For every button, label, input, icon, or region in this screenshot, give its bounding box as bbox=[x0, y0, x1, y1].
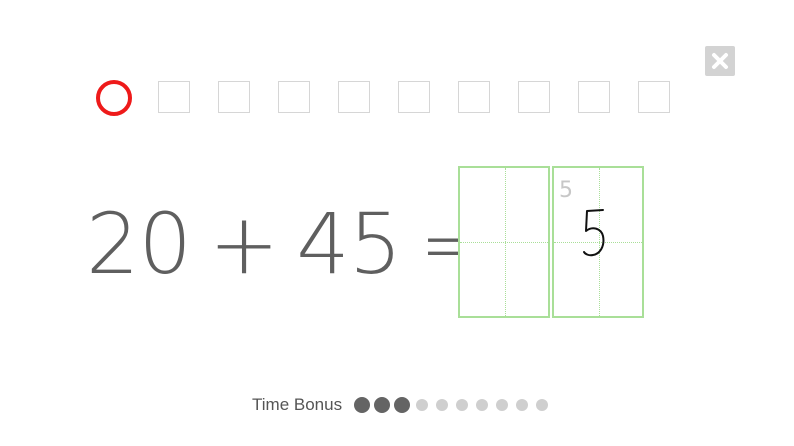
time-bonus-dot-filled bbox=[394, 397, 411, 413]
time-bonus-dot-empty bbox=[516, 399, 529, 411]
quiz-screen: 20 +45 = 5 Time Bonus bbox=[0, 0, 794, 446]
time-bonus-dot-empty bbox=[416, 399, 429, 411]
operand-a: 20 bbox=[86, 195, 192, 293]
progress-slot bbox=[578, 81, 610, 113]
progress-slot bbox=[518, 81, 550, 113]
time-bonus-dot-filled bbox=[354, 397, 371, 413]
equation: 20 +45 = bbox=[86, 196, 507, 292]
progress-slot bbox=[158, 81, 190, 113]
guide-line-horizontal bbox=[460, 242, 548, 243]
question-progress bbox=[96, 80, 696, 116]
time-bonus-dot-empty bbox=[456, 399, 469, 411]
answer-box-tens[interactable] bbox=[458, 166, 550, 318]
progress-slot bbox=[218, 81, 250, 113]
handwritten-digit bbox=[583, 209, 605, 257]
answer-box-ones[interactable]: 5 bbox=[552, 166, 644, 318]
time-bonus-dot-filled bbox=[374, 397, 391, 413]
time-bonus: Time Bonus bbox=[252, 394, 552, 416]
time-bonus-label: Time Bonus bbox=[252, 395, 343, 414]
plus-operator: + bbox=[208, 195, 279, 293]
progress-slot bbox=[278, 81, 310, 113]
progress-current-marker bbox=[96, 80, 132, 116]
progress-slot bbox=[638, 81, 670, 113]
operand-b: 45 bbox=[296, 195, 402, 293]
progress-slot bbox=[338, 81, 370, 113]
close-button[interactable] bbox=[705, 46, 735, 76]
time-bonus-dot-empty bbox=[476, 399, 489, 411]
time-bonus-dot-empty bbox=[536, 399, 549, 411]
time-bonus-dot-empty bbox=[436, 399, 449, 411]
progress-slot bbox=[398, 81, 430, 113]
progress-slot bbox=[458, 81, 490, 113]
close-icon bbox=[712, 53, 728, 69]
time-bonus-dot-empty bbox=[496, 399, 509, 411]
